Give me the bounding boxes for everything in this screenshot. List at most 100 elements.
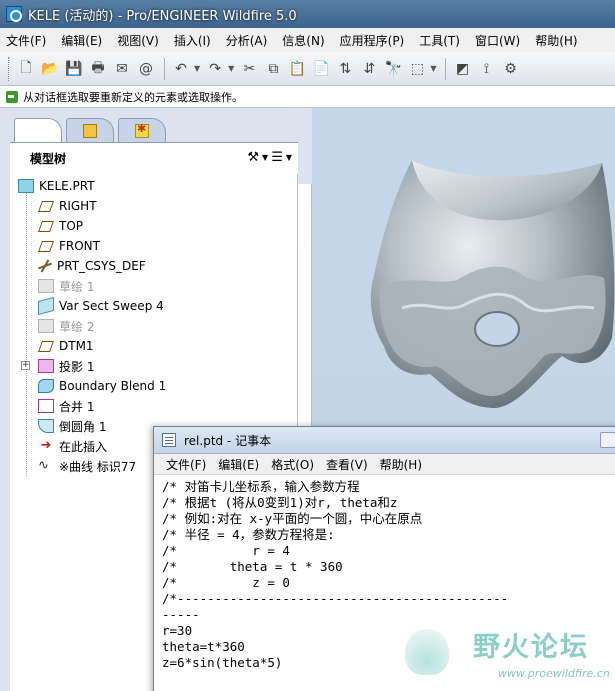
notepad-menu-bar: 文件(F) 编辑(E) 格式(O) 查看(V) 帮助(H)	[154, 454, 615, 475]
menu-view[interactable]: 视图(V)	[117, 32, 159, 49]
notepad-title-bar[interactable]: rel.ptd - 记事本	[154, 427, 615, 454]
orient-icon[interactable]: ⚙	[499, 58, 521, 80]
notepad-menu-help[interactable]: 帮助(H)	[380, 456, 422, 473]
favorites-icon	[135, 122, 149, 138]
tree-settings-icon[interactable]: ⚒	[247, 150, 259, 165]
menu-edit[interactable]: 编辑(E)	[61, 32, 102, 49]
tree-item-dtm1[interactable]: DTM1	[37, 336, 94, 356]
folder-browser-tab[interactable]	[66, 118, 114, 142]
select-dropdown-icon[interactable]: ▼	[430, 64, 436, 73]
undo-icon[interactable]: ↶	[170, 58, 192, 80]
menu-window[interactable]: 窗口(W)	[475, 32, 520, 49]
repaint-icon[interactable]: ◩	[451, 58, 473, 80]
menu-applications[interactable]: 应用程序(P)	[340, 32, 405, 49]
open-icon[interactable]: 📂	[39, 58, 61, 80]
tree-item-boundary-blend[interactable]: Boundary Blend 1	[38, 376, 166, 396]
undo-dropdown-icon[interactable]: ▼	[194, 64, 200, 73]
text-line: -----	[162, 607, 200, 622]
folder-icon	[83, 123, 97, 138]
save-icon[interactable]: 💾	[63, 58, 85, 80]
notepad-menu-format[interactable]: 格式(O)	[271, 456, 314, 473]
model-3d-view[interactable]	[312, 108, 615, 428]
favorites-tab[interactable]	[118, 118, 166, 142]
tree-tools: ⚒ ▼ ☰ ▼	[244, 150, 292, 165]
tree-item-sketch-2[interactable]: 草绘 2	[38, 316, 94, 336]
tree-columns-icon[interactable]: ☰	[271, 150, 283, 165]
window-title: KELE (活动的) - Pro/ENGINEER Wildfire 5.0	[28, 8, 297, 24]
tree-item-top[interactable]: TOP	[37, 216, 83, 236]
text-line: /* r = 4	[162, 543, 290, 558]
tree-item-sketch-1[interactable]: 草绘 1	[38, 276, 94, 296]
notepad-icon	[162, 433, 176, 447]
tree-item-front[interactable]: FRONT	[37, 236, 100, 256]
paste-icon[interactable]: 📋	[286, 58, 308, 80]
notepad-title: rel.ptd - 记事本	[184, 433, 272, 448]
tree-item-csys[interactable]: PRT_CSYS_DEF	[38, 256, 146, 276]
menu-file[interactable]: 文件(F)	[6, 32, 46, 49]
select-box-icon[interactable]: ⬚	[406, 58, 428, 80]
notepad-menu-edit[interactable]: 编辑(E)	[218, 456, 259, 473]
copy-icon[interactable]: ⧉	[262, 58, 284, 80]
menu-help[interactable]: 帮助(H)	[535, 32, 577, 49]
new-icon[interactable]: 🗋	[15, 58, 37, 80]
projection-icon	[38, 359, 54, 373]
expand-projection-icon[interactable]: +	[21, 361, 30, 370]
text-line: /* 例如:对在 x-y平面的一个圆，中心在原点	[162, 511, 423, 526]
tree-item-projection-1[interactable]: 投影 1	[38, 356, 94, 376]
model-center-hole	[474, 311, 520, 347]
curve-icon: ∿	[38, 458, 49, 473]
model-tree-tab[interactable]	[14, 118, 312, 691]
toolbar-separator	[164, 57, 165, 80]
print-icon[interactable]: 🖶	[87, 58, 109, 80]
tree-item-label: FRONT	[59, 239, 100, 253]
menu-info[interactable]: 信息(N)	[282, 32, 324, 49]
tree-item-insert-here[interactable]: ➜ 在此插入	[38, 436, 107, 456]
toolbar-grip[interactable]	[8, 56, 11, 81]
spin-center-icon[interactable]: ⟟	[475, 58, 497, 80]
tree-item-merge-1[interactable]: 合并 1	[38, 396, 94, 416]
prompt-arrow-icon	[6, 90, 18, 103]
tree-columns-dropdown-icon[interactable]: ▼	[286, 153, 292, 162]
tree-item-label: Boundary Blend 1	[59, 379, 167, 393]
menu-insert[interactable]: 插入(I)	[174, 32, 211, 49]
notepad-menu-view[interactable]: 查看(V)	[326, 456, 368, 473]
watermark-title: 野火论坛	[473, 632, 589, 663]
part-icon	[18, 179, 34, 193]
round-icon	[38, 419, 54, 433]
redo-icon[interactable]: ↷	[204, 58, 226, 80]
datum-plane-icon	[37, 240, 55, 252]
insert-here-icon: ➜	[40, 438, 52, 453]
tree-item-label: 草绘 2	[59, 319, 95, 334]
text-line: /* 半径 = 4，参数方程将是:	[162, 527, 335, 542]
tree-item-kele-prt[interactable]: KELE.PRT	[18, 176, 95, 196]
tree-item-label: Var Sect Sweep 4	[59, 299, 164, 313]
tree-item-round-1[interactable]: 倒圆角 1	[38, 416, 106, 436]
main-menu-bar: 文件(F) 编辑(E) 视图(V) 插入(I) 分析(A) 信息(N) 应用程序…	[0, 28, 615, 52]
tree-item-curve[interactable]: ∿ ※曲线 标识77	[38, 456, 136, 476]
tree-settings-dropdown-icon[interactable]: ▼	[262, 153, 268, 162]
find-icon[interactable]: 🔭	[382, 58, 404, 80]
email-icon[interactable]: @	[135, 58, 157, 80]
cut-icon[interactable]: ✂	[238, 58, 260, 80]
title-bar: KELE (活动的) - Pro/ENGINEER Wildfire 5.0	[0, 0, 615, 28]
send-icon[interactable]: ✉	[111, 58, 133, 80]
menu-analysis[interactable]: 分析(A)	[226, 32, 268, 49]
proe-app-icon	[6, 6, 22, 22]
tree-item-label: ※曲线 标识77	[59, 459, 137, 474]
regenerate-icon[interactable]: ⇅	[334, 58, 356, 80]
tree-item-label: PRT_CSYS_DEF	[57, 259, 146, 273]
paste-special-icon[interactable]: 📄	[310, 58, 332, 80]
notepad-menu-file[interactable]: 文件(F)	[166, 456, 206, 473]
merge-icon	[38, 399, 54, 413]
regenerate-manager-icon[interactable]: ⇵	[358, 58, 380, 80]
csys-icon	[38, 259, 52, 273]
watermark-url: www.proewildfire.cn	[498, 667, 610, 680]
menu-tools[interactable]: 工具(T)	[419, 32, 460, 49]
tree-item-right[interactable]: RIGHT	[37, 196, 97, 216]
datum-plane-icon	[37, 340, 55, 352]
notepad-window-button[interactable]	[600, 432, 615, 448]
redo-dropdown-icon[interactable]: ▼	[228, 64, 234, 73]
tree-item-var-sect-sweep[interactable]: Var Sect Sweep 4	[38, 296, 164, 316]
toolbar-separator	[445, 57, 447, 80]
flame-logo-icon	[405, 629, 449, 675]
